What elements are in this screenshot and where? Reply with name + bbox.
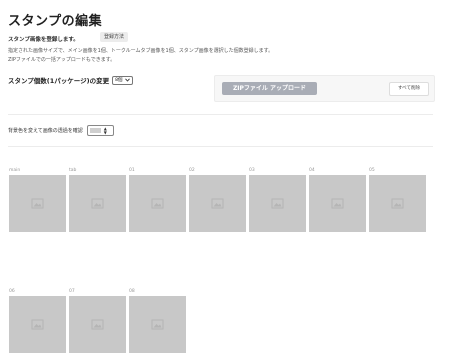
sticker-slot-03[interactable]: 03	[249, 166, 306, 232]
zip-upload-button[interactable]: ZIPファイル アップロード	[222, 82, 317, 95]
up-down-arrows-icon: ▲ ▼	[103, 125, 107, 135]
chevron-down-icon	[124, 78, 130, 82]
sticker-image-dropzone[interactable]	[129, 296, 186, 353]
delete-all-button[interactable]: すべて削除	[389, 82, 429, 96]
sticker-slot-06[interactable]: 06	[9, 287, 66, 353]
sticker-slot-tab[interactable]: tab	[69, 166, 126, 232]
upload-panel: ZIPファイル アップロード すべて削除	[214, 75, 435, 102]
sticker-slot-05[interactable]: 05	[369, 166, 426, 232]
sticker-slot-label: tab	[69, 168, 77, 173]
page-title: スタンプの編集	[8, 14, 103, 29]
image-placeholder-icon	[151, 319, 164, 330]
image-placeholder-icon	[391, 198, 404, 209]
sticker-slot-label: 03	[249, 168, 255, 173]
sticker-slot-02[interactable]: 02	[189, 166, 246, 232]
image-placeholder-icon	[31, 319, 44, 330]
sticker-image-dropzone[interactable]	[309, 175, 366, 232]
sticker-image-dropzone[interactable]	[69, 296, 126, 353]
sticker-slot-label: 04	[309, 168, 315, 173]
image-placeholder-icon	[211, 198, 224, 209]
image-placeholder-icon	[271, 198, 284, 209]
sticker-slot-08[interactable]: 08	[129, 287, 186, 353]
sticker-count-select[interactable]: 8個	[112, 75, 133, 85]
sticker-slot-04[interactable]: 04	[309, 166, 366, 232]
page-subtitle: スタンプ画像を登録します。	[8, 37, 79, 43]
sticker-slot-label: 08	[129, 289, 135, 294]
sticker-slot-label: main	[9, 168, 21, 173]
sticker-count-label: スタンプ個数(1パッケージ)の変更	[8, 77, 110, 85]
sticker-count-row: スタンプ個数(1パッケージ)の変更 8個	[8, 75, 133, 85]
sticker-slot-label: 06	[9, 289, 15, 294]
sticker-slot-07[interactable]: 07	[69, 287, 126, 353]
sticker-image-dropzone[interactable]	[189, 175, 246, 232]
sticker-slot-main[interactable]: main	[9, 166, 66, 232]
page-description: 指定された画像サイズで、メイン画像を1個、トークルームタブ画像を1個、スタンプ画…	[8, 47, 368, 64]
image-placeholder-icon	[31, 198, 44, 209]
image-placeholder-icon	[91, 198, 104, 209]
divider	[8, 114, 433, 115]
sticker-image-dropzone[interactable]	[369, 175, 426, 232]
image-placeholder-icon	[331, 198, 344, 209]
sticker-image-dropzone[interactable]	[69, 175, 126, 232]
image-placeholder-icon	[151, 198, 164, 209]
sticker-image-dropzone[interactable]	[9, 175, 66, 232]
sticker-slot-label: 05	[369, 168, 375, 173]
sticker-image-dropzone[interactable]	[9, 296, 66, 353]
sticker-slot-01[interactable]: 01	[129, 166, 186, 232]
divider	[8, 146, 433, 147]
color-swatch	[89, 128, 101, 133]
sticker-slot-label: 02	[189, 168, 195, 173]
sticker-image-dropzone[interactable]	[129, 175, 186, 232]
description-line-1: 指定された画像サイズで、メイン画像を1個、トークルームタブ画像を1個、スタンプ画…	[8, 48, 274, 54]
sticker-image-dropzone[interactable]	[249, 175, 306, 232]
sticker-slot-label: 01	[129, 168, 135, 173]
description-line-2: ZIPファイルでの一括アップロードもできます。	[8, 56, 116, 63]
image-placeholder-icon	[91, 319, 104, 330]
help-button[interactable]: 登録方法	[100, 32, 129, 42]
background-color-label: 背景色を変えて画像の透過を確認	[8, 128, 83, 134]
sticker-slot-label: 07	[69, 289, 75, 294]
background-color-row: 背景色を変えて画像の透過を確認 ▲ ▼	[8, 125, 114, 136]
background-color-select[interactable]: ▲ ▼	[86, 125, 114, 136]
sticker-count-value: 8個	[115, 77, 123, 83]
